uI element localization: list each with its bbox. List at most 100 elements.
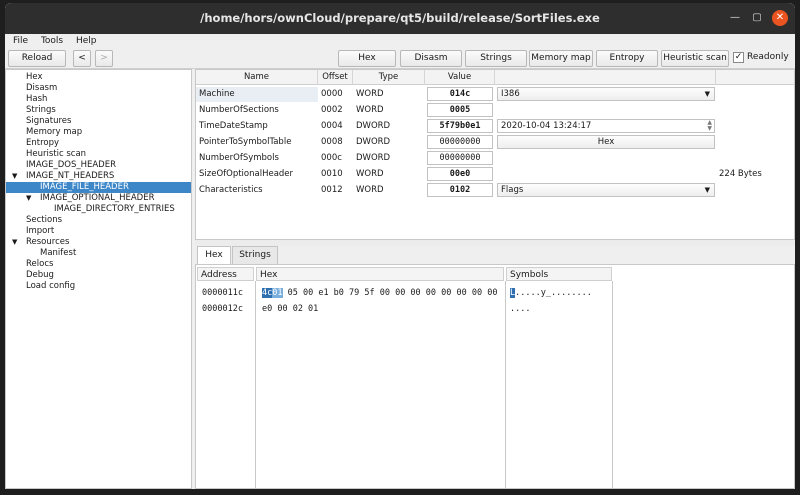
field-value-input[interactable]: 5f79b0e1 — [427, 119, 493, 133]
field-offset: 0000 — [321, 89, 343, 99]
tree-item-load-config[interactable]: Load config — [26, 281, 75, 292]
field-value-input[interactable]: 0005 — [427, 103, 493, 117]
tree-item-disasm[interactable]: Disasm — [26, 83, 57, 94]
tree-item-resources[interactable]: Resources — [26, 237, 69, 248]
forward-button[interactable]: > — [95, 50, 113, 67]
entropy-button[interactable]: Entropy — [596, 50, 658, 67]
detail-pane: Name Offset Type Value Machine 0000 WORD… — [195, 69, 795, 489]
column-header-name[interactable]: Name — [196, 70, 318, 85]
field-value-input[interactable]: 00000000 — [427, 151, 493, 165]
size-comment: 224 Bytes — [719, 169, 762, 179]
hex-view: Address Hex Symbols 0000011c 4c01 05 00 … — [195, 264, 795, 489]
strings-button[interactable]: Strings — [465, 50, 527, 67]
main-window: /home/hors/ownCloud/prepare/qt5/build/re… — [5, 3, 795, 489]
field-name: NumberOfSections — [199, 105, 279, 115]
column-header-value[interactable]: Value — [425, 70, 495, 85]
spin-arrows-icon[interactable]: ▲ ▼ — [707, 120, 712, 132]
tree-item-relocs[interactable]: Relocs — [26, 259, 53, 270]
tree-item-hex[interactable]: Hex — [26, 72, 43, 83]
dropdown-arrow-icon: ▼ — [704, 90, 710, 98]
tree-item-entropy[interactable]: Entropy — [26, 138, 59, 149]
expand-arrow-icon[interactable]: ▼ — [12, 237, 17, 248]
datetime-value: 2020-10-04 13:24:17 — [501, 121, 592, 131]
readonly-checkbox[interactable]: ✓ — [733, 52, 744, 63]
dropdown-arrow-icon: ▼ — [704, 186, 710, 194]
column-divider — [255, 281, 256, 489]
splitter-handle[interactable] — [195, 240, 795, 246]
column-divider — [505, 281, 506, 489]
field-offset: 0010 — [321, 169, 343, 179]
title-bar: /home/hors/ownCloud/prepare/qt5/build/re… — [5, 3, 795, 34]
tab-strings[interactable]: Strings — [232, 246, 278, 264]
symbols-text[interactable]: .... — [510, 303, 530, 315]
field-value-input[interactable]: 00000000 — [427, 135, 493, 149]
menu-help[interactable]: Help — [76, 34, 97, 48]
hex-view-button[interactable]: Hex — [497, 135, 715, 149]
hex-selected-byte[interactable]: 01 — [272, 288, 283, 298]
tree-item-optional-header[interactable]: IMAGE_OPTIONAL_HEADER — [40, 193, 154, 204]
machine-select[interactable]: I386 ▼ — [497, 87, 715, 101]
field-name: NumberOfSymbols — [199, 153, 279, 163]
menu-file[interactable]: File — [13, 34, 28, 48]
toolbar: Reload < > Hex Disasm Strings Memory map… — [5, 48, 795, 69]
heuristic-scan-button[interactable]: Heuristic scan — [661, 50, 729, 67]
datetime-input[interactable]: 2020-10-04 13:24:17 ▲ ▼ — [497, 119, 715, 133]
readonly-label: Readonly — [747, 52, 789, 62]
tree-item-strings[interactable]: Strings — [26, 105, 56, 116]
back-button[interactable]: < — [73, 50, 91, 67]
field-offset: 0012 — [321, 185, 343, 195]
disasm-button[interactable]: Disasm — [400, 50, 462, 67]
field-name: TimeDateStamp — [199, 121, 268, 131]
tree-item-import[interactable]: Import — [26, 226, 54, 237]
machine-select-value: I386 — [501, 89, 520, 99]
field-offset: 0002 — [321, 105, 343, 115]
reload-button[interactable]: Reload — [8, 50, 66, 67]
symbols-text[interactable]: .....y_........ — [515, 288, 592, 298]
field-type: WORD — [356, 105, 384, 115]
tree-item-heuristic-scan[interactable]: Heuristic scan — [26, 149, 86, 160]
tree-item-hash[interactable]: Hash — [26, 94, 47, 105]
maximize-icon[interactable]: ▢ — [749, 10, 765, 26]
tab-hex[interactable]: Hex — [197, 246, 231, 265]
close-icon[interactable]: ✕ — [772, 10, 788, 26]
field-value-input[interactable]: 00e0 — [427, 167, 493, 181]
expand-arrow-icon[interactable]: ▼ — [12, 171, 17, 182]
hex-selected-byte[interactable]: 4c — [262, 288, 273, 298]
hex-header-address: Address — [197, 267, 254, 281]
column-header-type[interactable]: Type — [353, 70, 425, 85]
field-name: Characteristics — [199, 185, 263, 195]
tree-item-dos-header[interactable]: IMAGE_DOS_HEADER — [26, 160, 116, 171]
field-value-input[interactable]: 014c — [427, 87, 493, 101]
expand-arrow-icon[interactable]: ▼ — [26, 193, 31, 204]
hex-bytes[interactable]: 05 00 e1 b0 79 5f 00 00 00 00 00 00 00 0… — [283, 288, 498, 298]
tree-item-memory-map[interactable]: Memory map — [26, 127, 82, 138]
tree-item-file-header[interactable]: IMAGE_FILE_HEADER — [6, 182, 191, 193]
hex-button[interactable]: Hex — [338, 50, 396, 67]
tree-item-debug[interactable]: Debug — [26, 270, 54, 281]
flags-select[interactable]: Flags ▼ — [497, 183, 715, 197]
field-type: DWORD — [356, 153, 391, 163]
field-type: DWORD — [356, 121, 391, 131]
hex-bytes-row[interactable]: 4c01 05 00 e1 b0 79 5f 00 00 00 00 00 00… — [262, 287, 497, 299]
tree-item-directory-entries[interactable]: IMAGE_DIRECTORY_ENTRIES — [54, 204, 175, 215]
minimize-icon[interactable]: — — [727, 10, 743, 26]
hex-address: 0000012c — [202, 304, 243, 314]
tree-item-nt-headers[interactable]: IMAGE_NT_HEADERS — [26, 171, 114, 182]
column-divider — [612, 281, 613, 489]
tree-item-sections[interactable]: Sections — [26, 215, 62, 226]
tree-item-manifest[interactable]: Manifest — [40, 248, 76, 259]
tree-item-signatures[interactable]: Signatures — [26, 116, 71, 127]
field-offset: 000c — [321, 153, 342, 163]
symbols-row[interactable]: L.....y_........ — [510, 287, 592, 299]
navigation-tree: Hex Disasm Hash Strings Signatures Memor… — [5, 69, 192, 489]
field-type: DWORD — [356, 137, 391, 147]
memory-map-button[interactable]: Memory map — [529, 50, 593, 67]
field-value-input[interactable]: 0102 — [427, 183, 493, 197]
hex-address: 0000011c — [202, 288, 243, 298]
field-offset: 0008 — [321, 137, 343, 147]
menu-tools[interactable]: Tools — [41, 34, 63, 48]
column-header-offset[interactable]: Offset — [318, 70, 353, 85]
hex-header-hex: Hex — [256, 267, 504, 281]
column-header-extra — [495, 70, 716, 85]
hex-bytes[interactable]: e0 00 02 01 — [262, 303, 318, 315]
